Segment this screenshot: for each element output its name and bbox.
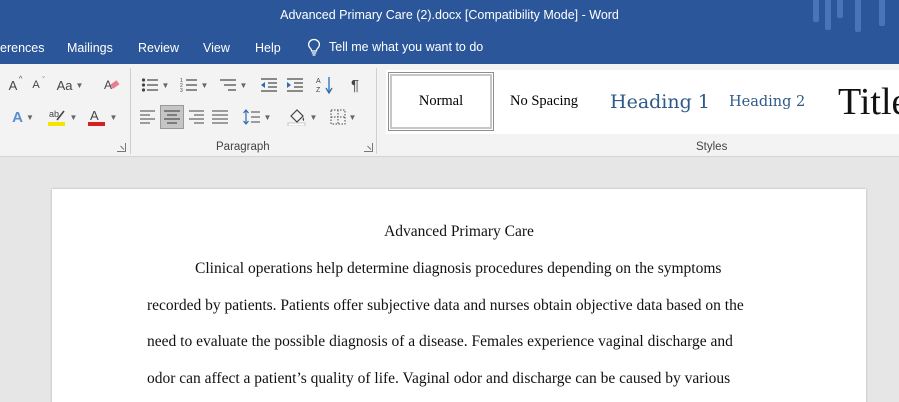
- document-line: recorded by patients. Patients offer sub…: [147, 297, 744, 314]
- shading-button[interactable]: ▼: [284, 106, 320, 128]
- show-formatting-marks-button[interactable]: ¶: [344, 74, 366, 96]
- document-line: odor can affect a patient’s quality of l…: [147, 370, 731, 387]
- tab-view[interactable]: View: [203, 41, 230, 55]
- line-spacing-icon: [242, 109, 260, 125]
- document-line: need to evaluate the possible diagnosis …: [147, 333, 733, 350]
- multilevel-list-button[interactable]: ▼: [216, 74, 250, 96]
- sort-icon: A Z: [316, 77, 333, 94]
- font-color-icon: A: [87, 108, 105, 126]
- borders-icon: [330, 109, 346, 125]
- paragraph-group-label: Paragraph: [216, 141, 270, 153]
- tab-mailings[interactable]: Mailings: [67, 41, 113, 55]
- paragraph-dialog-launcher[interactable]: [364, 143, 373, 152]
- title-bar: Advanced Primary Care (2).docx [Compatib…: [0, 0, 899, 32]
- tab-references[interactable]: erences: [0, 41, 44, 55]
- group-divider: [376, 68, 377, 154]
- tell-me-label: Tell me what you want to do: [329, 40, 484, 54]
- svg-text:A: A: [316, 78, 321, 85]
- multilevel-list-icon: [219, 79, 236, 91]
- font-color-button[interactable]: A ▼: [84, 106, 120, 128]
- style-title[interactable]: Title: [838, 72, 899, 131]
- align-right-button[interactable]: [186, 106, 206, 128]
- pilcrow-icon: ¶: [350, 76, 360, 94]
- highlight-color-button[interactable]: ab ▼: [44, 106, 80, 128]
- tell-me-box[interactable]: Tell me what you want to do: [307, 38, 483, 56]
- increase-indent-button[interactable]: [284, 74, 306, 96]
- numbering-button[interactable]: 1 2 3 ▼: [177, 74, 211, 96]
- decrease-indent-icon: [261, 78, 277, 92]
- grow-font-icon: A ^: [8, 75, 23, 93]
- style-heading-2[interactable]: Heading 2: [729, 72, 805, 131]
- sort-button[interactable]: A Z: [314, 74, 336, 96]
- align-right-icon: [189, 110, 204, 124]
- change-case-icon: Aa: [56, 77, 73, 93]
- change-case-button[interactable]: Aa ▼: [54, 74, 86, 96]
- ribbon: A ^ Aˇ Aa ▼ A A ▼ ab ▼ A ▼ ▼ 1 2 3 ▼ ▼ A…: [0, 64, 899, 157]
- style-no-spacing[interactable]: No Spacing: [510, 72, 578, 131]
- document-page[interactable]: Advanced Primary Care Clinical operation…: [52, 189, 866, 402]
- lightbulb-icon: [307, 38, 321, 56]
- title-bar-pattern: [799, 0, 899, 32]
- bullets-button[interactable]: ▼: [138, 74, 172, 96]
- text-effects-button[interactable]: A ▼: [6, 106, 40, 128]
- shrink-font-button[interactable]: Aˇ: [28, 74, 44, 96]
- svg-text:ab: ab: [49, 109, 59, 119]
- styles-gallery: Normal No Spacing Heading 1 Heading 2 Ti…: [386, 70, 899, 134]
- align-center-button[interactable]: [160, 105, 184, 129]
- document-line: Clinical operations help determine diagn…: [195, 260, 722, 277]
- increase-indent-icon: [287, 78, 303, 92]
- numbered-list-icon: 1 2 3: [180, 78, 197, 93]
- borders-button[interactable]: ▼: [326, 106, 360, 128]
- shrink-font-icon: Aˇ: [32, 77, 45, 91]
- window-title: Advanced Primary Care (2).docx [Compatib…: [280, 8, 619, 22]
- styles-group-label: Styles: [696, 141, 728, 153]
- svg-text:3: 3: [180, 88, 183, 93]
- decrease-indent-button[interactable]: [258, 74, 280, 96]
- clear-formatting-button[interactable]: A: [100, 74, 124, 96]
- svg-text:Z: Z: [316, 87, 321, 94]
- text-effects-icon: A: [12, 108, 23, 126]
- ribbon-tab-bar: erences Mailings Review View Help Tell m…: [0, 32, 899, 64]
- paint-bucket-icon: [287, 109, 305, 126]
- highlight-pen-icon: ab: [47, 109, 65, 126]
- style-heading-1[interactable]: Heading 1: [610, 72, 710, 131]
- bullet-list-icon: [141, 78, 158, 92]
- style-normal[interactable]: Normal: [388, 72, 494, 131]
- document-title: Advanced Primary Care: [384, 223, 534, 240]
- tab-help[interactable]: Help: [255, 41, 281, 55]
- align-left-button[interactable]: [138, 106, 158, 128]
- group-divider: [130, 68, 131, 154]
- font-dialog-launcher[interactable]: [117, 143, 126, 152]
- tab-review[interactable]: Review: [138, 41, 179, 55]
- grow-font-button[interactable]: A ^: [4, 74, 23, 96]
- align-left-icon: [140, 110, 155, 124]
- line-spacing-button[interactable]: ▼: [240, 106, 274, 128]
- justify-button[interactable]: [210, 106, 230, 128]
- align-center-icon: [164, 110, 180, 124]
- justify-icon: [212, 110, 228, 124]
- svg-text:A: A: [90, 108, 99, 123]
- clear-formatting-icon: A: [104, 78, 120, 92]
